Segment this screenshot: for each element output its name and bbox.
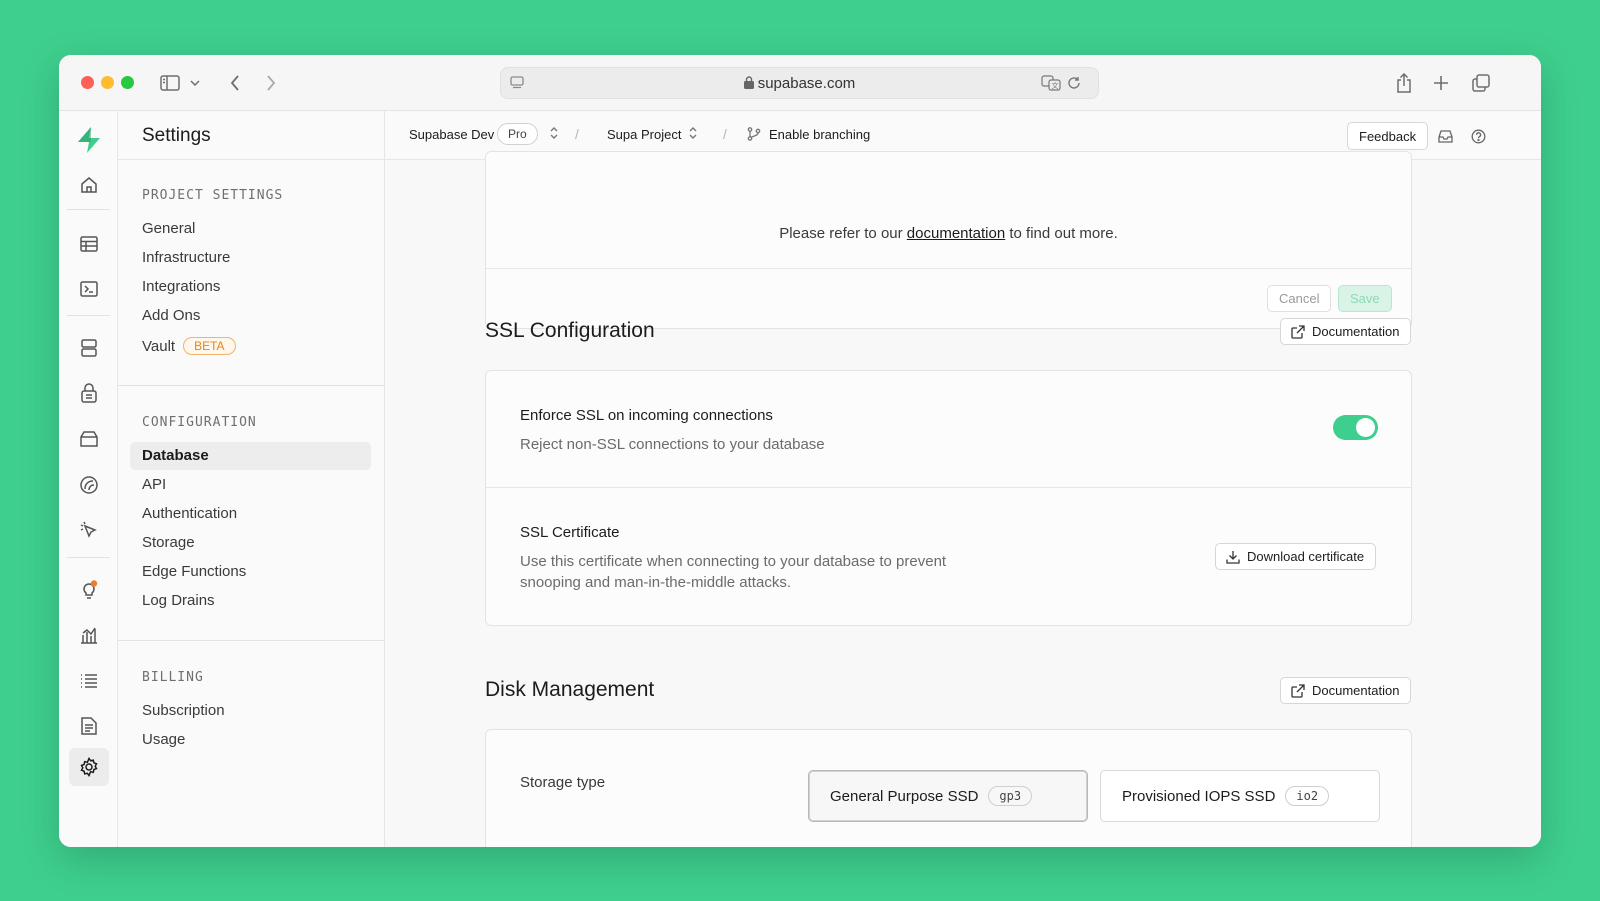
- enable-branching-button[interactable]: Enable branching: [769, 127, 870, 142]
- git-branch-icon: [747, 127, 761, 144]
- sidebar-item-storage[interactable]: Storage: [130, 529, 371, 557]
- sql-editor-icon[interactable]: [69, 270, 109, 308]
- minimize-window-button[interactable]: [101, 76, 114, 89]
- external-link-icon: [1291, 684, 1305, 698]
- beta-badge: BETA: [183, 337, 236, 355]
- main-content: Supabase Dev Pro / Supa Project / Enable…: [385, 111, 1541, 847]
- database-icon[interactable]: [69, 329, 109, 367]
- api-docs-icon[interactable]: [69, 707, 109, 745]
- sidebar-item-edge-functions[interactable]: Edge Functions: [130, 558, 371, 586]
- disk-documentation-button[interactable]: Documentation: [1280, 677, 1412, 704]
- enforce-ssl-description: Reject non-SSL connections to your datab…: [520, 436, 825, 453]
- sidebar-item-subscription[interactable]: Subscription: [130, 697, 371, 725]
- sidebar-item-infrastructure[interactable]: Infrastructure: [130, 244, 371, 272]
- settings-sidebar: Settings PROJECT SETTINGS General Infras…: [118, 111, 385, 847]
- storage-type-label: Storage type: [520, 774, 606, 791]
- enforce-ssl-label: Enforce SSL on incoming connections: [520, 407, 773, 424]
- section-title-billing: BILLING: [142, 670, 204, 685]
- project-selector[interactable]: Supa Project: [607, 127, 681, 142]
- download-certificate-button[interactable]: Download certificate: [1215, 543, 1377, 570]
- auth-lock-icon[interactable]: [69, 374, 109, 412]
- realtime-icon[interactable]: [69, 466, 109, 504]
- sidebar-item-general[interactable]: General: [130, 215, 371, 243]
- sidebar-item-vault[interactable]: Vault BETA: [130, 332, 371, 360]
- sidebar-item-label: Vault: [142, 338, 176, 355]
- settings-gear-icon[interactable]: [69, 748, 109, 786]
- download-icon: [1226, 551, 1240, 564]
- new-tab-icon[interactable]: [1429, 71, 1453, 95]
- edge-functions-icon[interactable]: [69, 511, 109, 549]
- ssl-card: Enforce SSL on incoming connections Reje…: [485, 370, 1412, 626]
- advisors-lightbulb-icon[interactable]: [69, 571, 109, 609]
- documentation-link[interactable]: documentation: [907, 225, 1005, 242]
- chevron-down-icon[interactable]: [187, 71, 203, 95]
- storage-tag: io2: [1285, 786, 1330, 806]
- breadcrumb-separator: /: [575, 126, 579, 142]
- inbox-icon[interactable]: [1435, 126, 1455, 146]
- settings-title: Settings: [118, 111, 384, 160]
- previous-settings-card: Please refer to our documentation to fin…: [485, 151, 1412, 329]
- sidebar-toggle-icon[interactable]: [158, 71, 182, 95]
- external-link-icon: [1291, 325, 1305, 339]
- forward-icon[interactable]: [259, 71, 283, 95]
- ssl-certificate-label: SSL Certificate: [520, 524, 620, 541]
- address-bar[interactable]: supabase.com 文: [500, 67, 1099, 99]
- tab-overview-icon[interactable]: [1469, 71, 1493, 95]
- disk-section-title: Disk Management: [485, 678, 655, 701]
- sidebar-item-log-drains[interactable]: Log Drains: [130, 587, 371, 615]
- browser-toolbar: supabase.com 文: [59, 55, 1541, 111]
- storage-option-gp3[interactable]: General Purpose SSD gp3: [808, 770, 1088, 822]
- sidebar-item-authentication[interactable]: Authentication: [130, 500, 371, 528]
- sidebar-item-database[interactable]: Database: [130, 442, 371, 470]
- feedback-button[interactable]: Feedback: [1347, 122, 1429, 150]
- disk-card: Storage type General Purpose SSD gp3 Prov…: [485, 729, 1412, 847]
- url-text: supabase.com: [757, 75, 856, 92]
- section-title-project-settings: PROJECT SETTINGS: [142, 188, 284, 203]
- help-icon[interactable]: [1468, 126, 1488, 146]
- sidebar-item-add-ons[interactable]: Add Ons: [130, 302, 371, 330]
- icon-rail: [59, 111, 118, 847]
- logs-list-icon[interactable]: [69, 662, 109, 700]
- cancel-button[interactable]: Cancel: [1267, 285, 1332, 312]
- project-switch-icon[interactable]: [688, 126, 698, 143]
- documentation-note: Please refer to our documentation to fin…: [779, 225, 1118, 242]
- org-selector[interactable]: Supabase Dev: [409, 127, 494, 142]
- close-window-button[interactable]: [81, 76, 94, 89]
- table-editor-icon[interactable]: [69, 225, 109, 263]
- storage-option-io2[interactable]: Provisioned IOPS SSD io2: [1100, 770, 1380, 822]
- sidebar-item-integrations[interactable]: Integrations: [130, 273, 371, 301]
- ssl-certificate-description: Use this certificate when connecting to …: [520, 553, 947, 591]
- browser-window: supabase.com 文 Settings PROJECT SETTINGS…: [59, 55, 1541, 847]
- home-icon[interactable]: [69, 166, 109, 204]
- plan-badge: Pro: [497, 123, 538, 145]
- ssl-documentation-button[interactable]: Documentation: [1280, 318, 1412, 345]
- storage-tag: gp3: [988, 786, 1033, 806]
- ssl-section-title: SSL Configuration: [485, 319, 655, 342]
- reports-chart-icon[interactable]: [69, 616, 109, 654]
- section-title-configuration: CONFIGURATION: [142, 415, 257, 430]
- storage-icon[interactable]: [69, 420, 109, 458]
- supabase-logo-icon[interactable]: [69, 121, 109, 159]
- org-switch-icon[interactable]: [549, 126, 559, 143]
- lock-icon: [743, 76, 754, 93]
- enforce-ssl-toggle[interactable]: [1333, 415, 1378, 440]
- translate-icon[interactable]: 文: [1041, 75, 1061, 96]
- share-icon[interactable]: [1392, 71, 1416, 95]
- breadcrumb-separator: /: [723, 126, 727, 142]
- reload-icon[interactable]: [1067, 76, 1081, 95]
- sidebar-item-usage[interactable]: Usage: [130, 726, 371, 754]
- save-button[interactable]: Save: [1338, 285, 1392, 312]
- svg-text:文: 文: [1052, 81, 1059, 90]
- back-icon[interactable]: [223, 71, 247, 95]
- sidebar-item-api[interactable]: API: [130, 471, 371, 499]
- maximize-window-button[interactable]: [121, 76, 134, 89]
